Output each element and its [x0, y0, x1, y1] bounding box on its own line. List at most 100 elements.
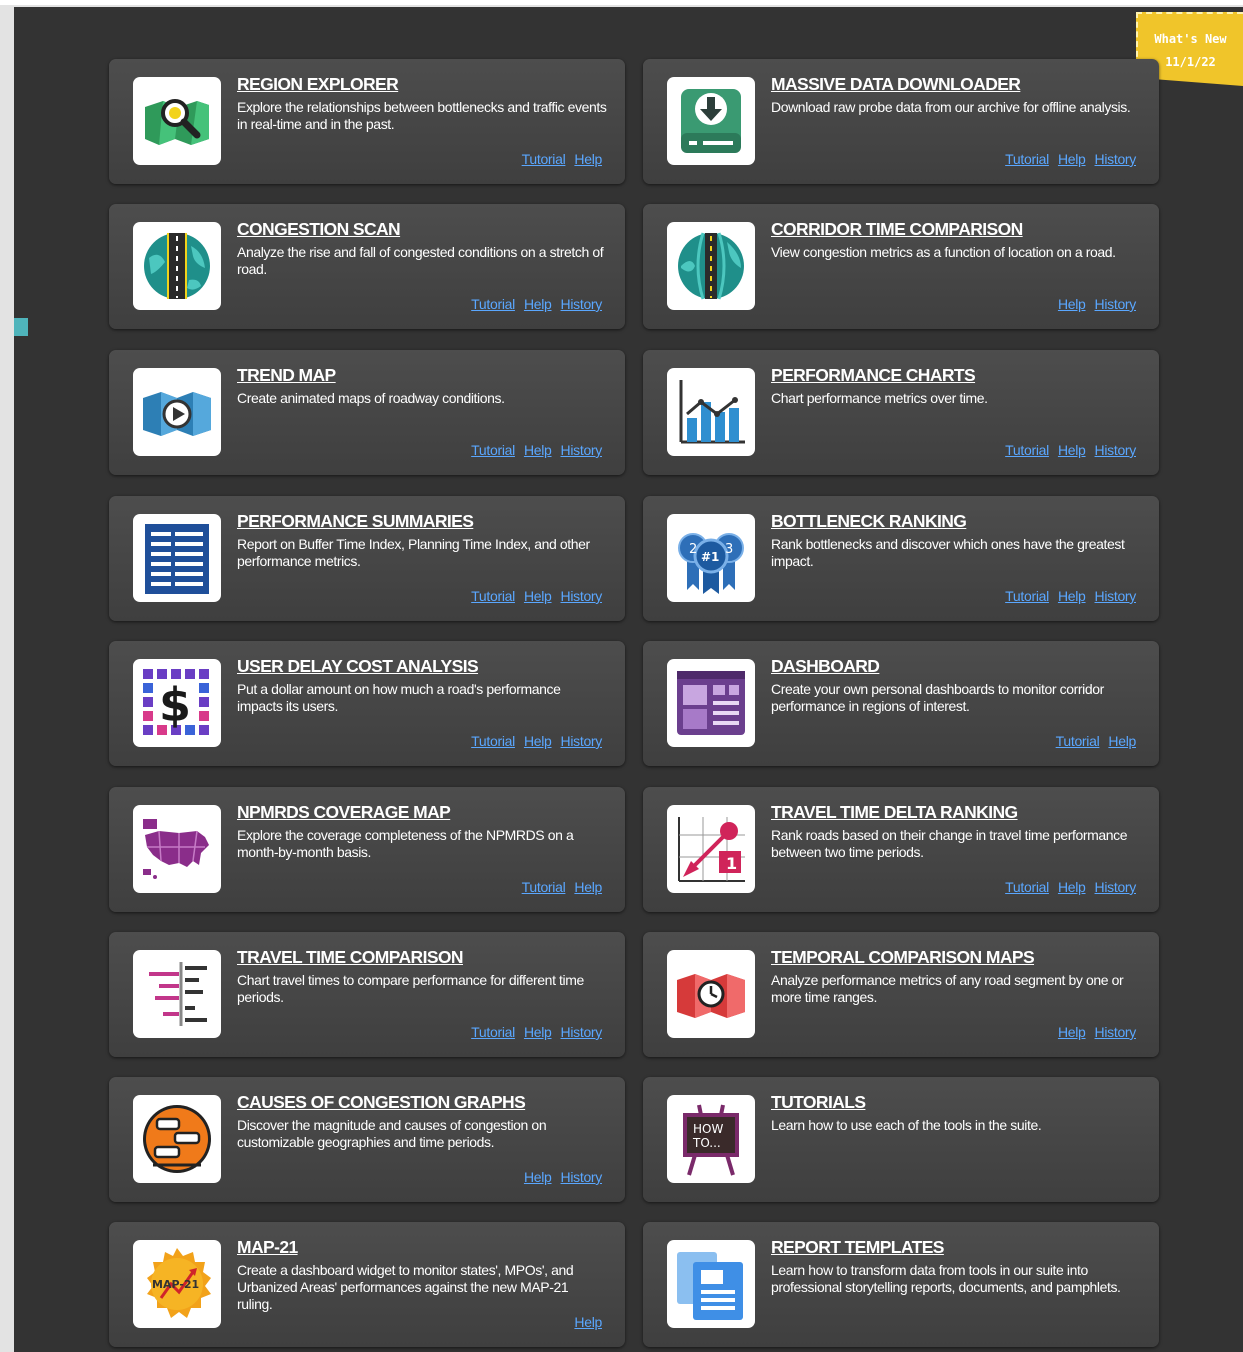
help-link[interactable]: Help: [1058, 442, 1086, 458]
tool-title-link[interactable]: TEMPORAL COMPARISON MAPS: [771, 947, 1035, 968]
tool-title-link[interactable]: PERFORMANCE CHARTS: [771, 365, 976, 386]
tutorial-link[interactable]: Tutorial: [471, 442, 515, 458]
download-drive-icon[interactable]: [667, 77, 755, 165]
delta-rank-icon[interactable]: 1: [667, 805, 755, 893]
tool-title-link[interactable]: REGION EXPLORER: [237, 74, 399, 95]
history-link[interactable]: History: [1095, 1024, 1137, 1040]
tutorial-link[interactable]: Tutorial: [522, 879, 566, 895]
history-link[interactable]: History: [561, 1169, 603, 1185]
help-link[interactable]: Help: [524, 1169, 552, 1185]
history-link[interactable]: History: [1095, 442, 1137, 458]
tutorial-link[interactable]: Tutorial: [1005, 588, 1049, 604]
history-link[interactable]: History: [1095, 879, 1137, 895]
dashboard-screen-icon[interactable]: [667, 659, 755, 747]
congestion-cars-icon[interactable]: [133, 1095, 221, 1183]
svg-text:1: 1: [726, 854, 737, 873]
ribbon-rank-icon[interactable]: 2 3 #1: [667, 514, 755, 602]
tutorial-link[interactable]: Tutorial: [1056, 733, 1100, 749]
help-link[interactable]: Help: [1108, 733, 1136, 749]
tool-links: Help History: [1058, 296, 1136, 312]
help-link[interactable]: Help: [524, 588, 552, 604]
map-magnifier-icon[interactable]: [133, 77, 221, 165]
tool-card-performance-charts: PERFORMANCE CHARTS Chart performance metr…: [643, 350, 1159, 475]
help-link[interactable]: Help: [524, 442, 552, 458]
help-link[interactable]: Help: [1058, 879, 1086, 895]
tool-title-link[interactable]: CAUSES OF CONGESTION GRAPHS: [237, 1092, 526, 1113]
how-to-easel-icon[interactable]: HOW TO...: [667, 1095, 755, 1183]
svg-text:2: 2: [689, 542, 697, 557]
help-link[interactable]: Help: [574, 879, 602, 895]
tool-title-link[interactable]: TRAVEL TIME COMPARISON: [237, 947, 464, 968]
tool-links: Tutorial Help History: [471, 296, 602, 312]
tool-links: Tutorial Help History: [1005, 879, 1136, 895]
tool-title-link[interactable]: CORRIDOR TIME COMPARISON: [771, 219, 1023, 240]
tool-title-link[interactable]: USER DELAY COST ANALYSIS: [237, 656, 479, 677]
help-link[interactable]: Help: [1058, 296, 1086, 312]
tool-title-link[interactable]: TRAVEL TIME DELTA RANKING: [771, 802, 1018, 823]
tool-title-link[interactable]: MAP-21: [237, 1237, 298, 1258]
tutorial-link[interactable]: Tutorial: [471, 1024, 515, 1040]
tool-description: Create a dashboard widget to monitor sta…: [237, 1262, 574, 1312]
history-link[interactable]: History: [1095, 588, 1137, 604]
tool-links: Help History: [524, 1169, 602, 1185]
help-link[interactable]: Help: [1058, 588, 1086, 604]
tool-card-dashboard: DASHBOARD Create your own personal dashbo…: [643, 641, 1159, 766]
how-to-text-2: TO...: [692, 1136, 721, 1150]
tutorial-link[interactable]: Tutorial: [522, 151, 566, 167]
tool-links: Tutorial Help History: [471, 442, 602, 458]
tool-title-link[interactable]: NPMRDS COVERAGE MAP: [237, 802, 451, 823]
tool-description: Learn how to use each of the tools in th…: [771, 1117, 1042, 1133]
tool-description: Explore the relationships between bottle…: [237, 99, 607, 132]
help-link[interactable]: Help: [524, 1024, 552, 1040]
map21-seal-icon[interactable]: MAP-21: [133, 1240, 221, 1328]
tool-title-link[interactable]: CONGESTION SCAN: [237, 219, 401, 240]
help-link[interactable]: Help: [574, 151, 602, 167]
help-link[interactable]: Help: [574, 1314, 602, 1330]
tool-links: Tutorial Help History: [471, 733, 602, 749]
help-link[interactable]: Help: [1058, 151, 1086, 167]
map-play-icon[interactable]: [133, 368, 221, 456]
comparison-bars-icon[interactable]: [133, 950, 221, 1038]
map-clock-icon[interactable]: [667, 950, 755, 1038]
history-link[interactable]: History: [561, 588, 603, 604]
tool-links: Tutorial Help History: [1005, 442, 1136, 458]
corridor-globe-icon[interactable]: [667, 222, 755, 310]
tutorial-link[interactable]: Tutorial: [471, 588, 515, 604]
us-map-icon[interactable]: [133, 805, 221, 893]
help-link[interactable]: Help: [1058, 1024, 1086, 1040]
tool-card-region-explorer: REGION EXPLORER Explore the relationships…: [109, 59, 625, 184]
tool-card-npmrds-coverage-map: NPMRDS COVERAGE MAP Explore the coverage …: [109, 787, 625, 912]
tool-title-link[interactable]: TREND MAP: [237, 365, 336, 386]
help-link[interactable]: Help: [524, 296, 552, 312]
road-globe-icon[interactable]: [133, 222, 221, 310]
tool-links: Help History: [1058, 1024, 1136, 1040]
tool-description: Rank roads based on their change in trav…: [771, 827, 1128, 860]
history-link[interactable]: History: [1095, 296, 1137, 312]
tool-card-report-templates: REPORT TEMPLATES Learn how to transform d…: [643, 1222, 1159, 1347]
tutorial-link[interactable]: Tutorial: [1005, 879, 1049, 895]
dollar-grid-icon[interactable]: $: [133, 659, 221, 747]
tool-title-link[interactable]: DASHBOARD: [771, 656, 880, 677]
tool-title-link[interactable]: REPORT TEMPLATES: [771, 1237, 944, 1258]
tutorial-link[interactable]: Tutorial: [1005, 151, 1049, 167]
help-link[interactable]: Help: [524, 733, 552, 749]
tool-title-link[interactable]: MASSIVE DATA DOWNLOADER: [771, 74, 1021, 95]
tool-description: Explore the coverage completeness of the…: [237, 827, 574, 860]
history-link[interactable]: History: [561, 296, 603, 312]
history-link[interactable]: History: [561, 442, 603, 458]
bar-line-chart-icon[interactable]: [667, 368, 755, 456]
how-to-text-1: HOW: [693, 1122, 723, 1136]
history-link[interactable]: History: [561, 733, 603, 749]
history-link[interactable]: History: [1095, 151, 1137, 167]
tool-description: Download raw probe data from our archive…: [771, 99, 1131, 115]
tool-title-link[interactable]: PERFORMANCE SUMMARIES: [237, 511, 474, 532]
history-link[interactable]: History: [561, 1024, 603, 1040]
tool-title-link[interactable]: BOTTLENECK RANKING: [771, 511, 967, 532]
report-table-icon[interactable]: [133, 514, 221, 602]
report-docs-icon[interactable]: [667, 1240, 755, 1328]
tutorial-link[interactable]: Tutorial: [471, 733, 515, 749]
tutorial-link[interactable]: Tutorial: [471, 296, 515, 312]
tool-title-link[interactable]: TUTORIALS: [771, 1092, 866, 1113]
tutorial-link[interactable]: Tutorial: [1005, 442, 1049, 458]
tool-description: Discover the magnitude and causes of con…: [237, 1117, 547, 1150]
